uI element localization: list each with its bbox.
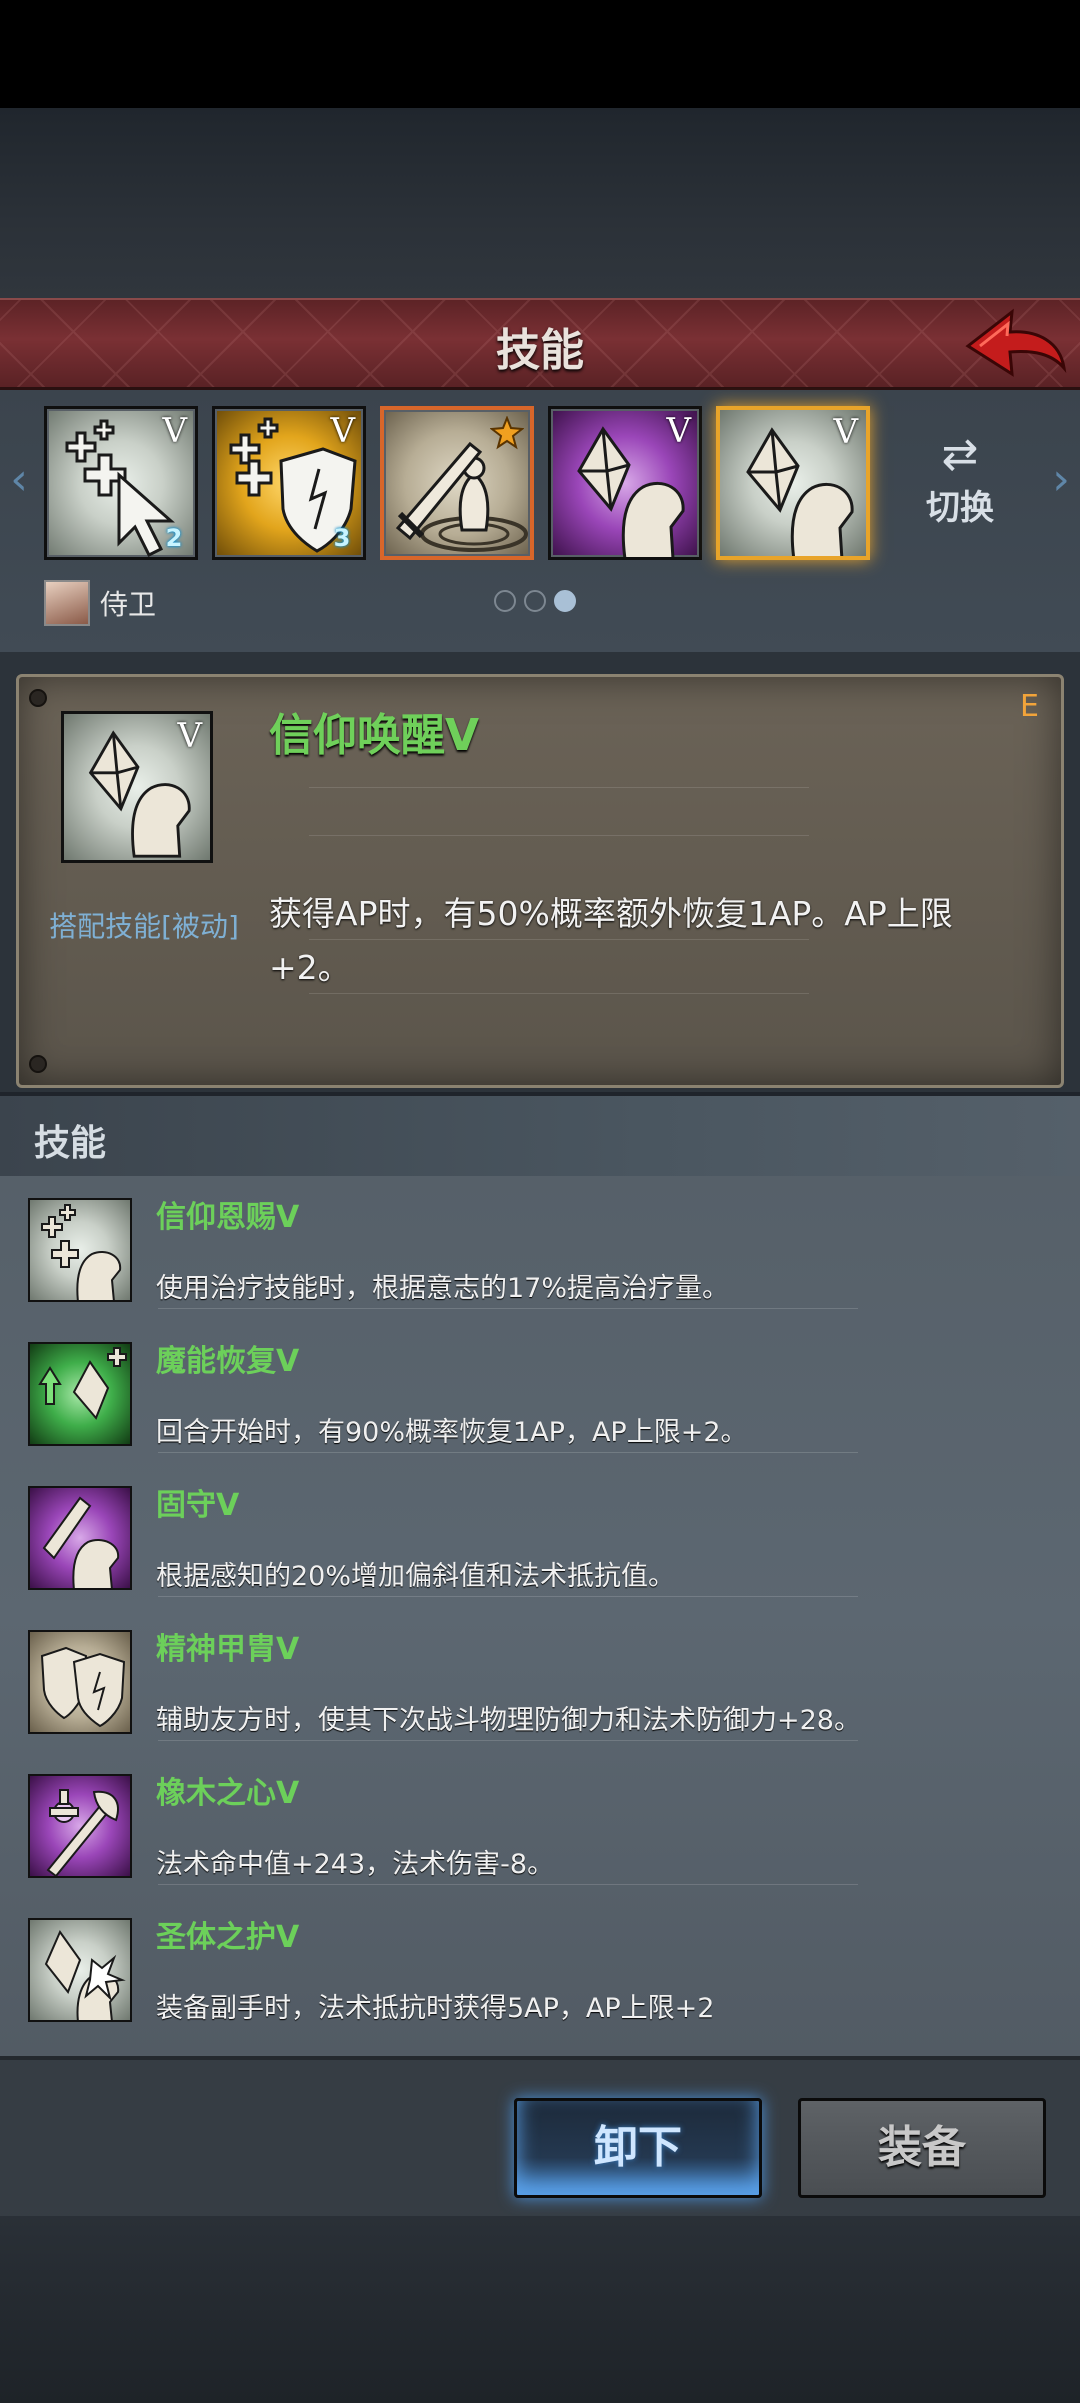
header-bar: 技能 — [0, 298, 1080, 390]
divider — [158, 1884, 858, 1885]
switch-label: 切换 — [926, 488, 994, 528]
skill-slot-3[interactable] — [380, 406, 534, 560]
owner-info: 侍卫 — [44, 578, 156, 628]
skill-name: 精神甲胄V — [156, 1632, 300, 1667]
skill-detail-card: V 搭配技能[被动] 信仰唤醒V E 获得AP时，有50%概率额外恢复1AP。A… — [16, 674, 1064, 1088]
skill-description: 法术命中值+243，法术伤害-8。 — [156, 1849, 555, 1880]
spirit-armor-icon — [28, 1630, 132, 1734]
page-dot-active[interactable] — [554, 590, 576, 612]
divider — [158, 1452, 858, 1453]
divider — [158, 1596, 858, 1597]
list-item[interactable]: 信仰恩赐V 使用治疗技能时，根据意志的17%提高治疗量。 — [0, 1182, 1080, 1326]
skill-level-mark: V — [330, 411, 355, 451]
skill-description: 获得AP时，有50%概率额外恢复1AP。AP上限+2。 — [269, 894, 953, 987]
skill-name: 信仰唤醒V — [269, 710, 480, 761]
swap-arrows-icon: ⇄ — [941, 429, 979, 480]
skill-count-badge: 3 — [333, 524, 351, 552]
skill-slot-4[interactable]: V — [548, 406, 702, 560]
page-indicator — [494, 590, 576, 612]
back-button[interactable] — [960, 302, 1070, 390]
skill-name: 固守V — [156, 1488, 240, 1523]
skill-level-mark: V — [162, 411, 187, 451]
divider — [309, 835, 809, 836]
skill-count-badge: 2 — [165, 524, 183, 552]
divider — [158, 1308, 858, 1309]
detail-area: V 搭配技能[被动] 信仰唤醒V E 获得AP时，有50%概率额外恢复1AP。A… — [0, 652, 1080, 1092]
bottom-background — [0, 2216, 1080, 2403]
page-dot[interactable] — [524, 590, 546, 612]
chevron-right-icon[interactable]: › — [1046, 450, 1076, 510]
skill-slot-5[interactable]: V — [716, 406, 870, 560]
holy-body-glyph — [44, 1929, 126, 2020]
skill-rank: E — [1020, 689, 1039, 724]
oak-heart-icon — [28, 1774, 132, 1878]
rivet — [29, 689, 47, 707]
divider — [309, 787, 809, 788]
detail-skill-icon: V — [61, 711, 213, 863]
owner-name: 侍卫 — [100, 588, 157, 621]
faith-blessing-icon — [28, 1198, 132, 1302]
list-item[interactable]: 圣体之护V 装备副手时，法术抵抗时获得5AP，AP上限+2 — [0, 1902, 1080, 2046]
list-item[interactable]: 精神甲胄V 辅助友方时，使其下次战斗物理防御力和法术防御力+28。 — [0, 1614, 1080, 1758]
rivet — [29, 1055, 47, 1073]
skill-description: 辅助友方时，使其下次战斗物理防御力和法术防御力+28。 — [156, 1705, 861, 1736]
skill-name: 橡木之心V — [156, 1776, 300, 1811]
skill-level-mark: V — [833, 412, 858, 452]
skill-slot-2[interactable]: V 3 — [212, 406, 366, 560]
list-item[interactable]: 固守V 根据感知的20%增加偏斜值和法术抵抗值。 — [0, 1470, 1080, 1614]
skill-name: 圣体之护V — [156, 1920, 300, 1955]
faith-blessing-glyph — [41, 1204, 122, 1300]
skill-level-mark: V — [666, 411, 691, 451]
mana-recovery-icon — [28, 1342, 132, 1446]
section-title: 技能 — [34, 1123, 107, 1164]
mana-recovery-glyph — [38, 1347, 127, 1420]
page-dot[interactable] — [494, 590, 516, 612]
status-bar — [0, 0, 1080, 108]
skills-list[interactable]: 信仰恩赐V 使用治疗技能时，根据意志的17%提高治疗量。 魔能恢复V 回合开始时… — [0, 1176, 1080, 2056]
skill-slot-1[interactable]: V 2 — [44, 406, 198, 560]
top-background — [0, 108, 1080, 298]
holy-body-icon — [28, 1918, 132, 2022]
spirit-armor-glyph — [40, 1646, 126, 1728]
skill-description: 回合开始时，有90%概率恢复1AP，AP上限+2。 — [156, 1417, 748, 1448]
skill-tabs-area: ‹ V 2 V 3 V V ⇄ 切换 › 侍卫 — [0, 390, 1080, 652]
skill-description: 根据感知的20%增加偏斜值和法术抵抗值。 — [156, 1561, 676, 1592]
switch-button[interactable]: ⇄ 切换 — [920, 430, 1000, 540]
steadfast-icon — [28, 1486, 132, 1590]
page-title: 技能 — [496, 325, 584, 376]
skill-level-mark: V — [177, 716, 202, 756]
equip-button[interactable]: 装备 — [798, 2098, 1046, 2198]
avatar — [44, 580, 90, 626]
skill-name: 信仰恩赐V — [156, 1200, 300, 1235]
skill-name: 魔能恢复V — [156, 1344, 300, 1379]
unequip-button[interactable]: 卸下 — [514, 2098, 762, 2198]
oak-heart-glyph — [46, 1789, 119, 1876]
skills-section-header: 技能 — [0, 1096, 1080, 1176]
skill-description: 使用治疗技能时，根据意志的17%提高治疗量。 — [156, 1273, 730, 1304]
star-icon — [490, 416, 524, 450]
skill-description: 装备副手时，法术抵抗时获得5AP，AP上限+2 — [156, 1993, 715, 2024]
steadfast-glyph — [42, 1496, 120, 1588]
bottom-action-bar: 卸下 装备 — [0, 2056, 1080, 2216]
skill-type-tag: 搭配技能[被动] — [49, 910, 239, 943]
divider — [158, 1740, 858, 1741]
list-item[interactable]: 橡木之心V 法术命中值+243，法术伤害-8。 — [0, 1758, 1080, 1902]
back-arrow-icon — [965, 308, 1067, 377]
list-item[interactable]: 魔能恢复V 回合开始时，有90%概率恢复1AP，AP上限+2。 — [0, 1326, 1080, 1470]
chevron-left-icon[interactable]: ‹ — [4, 450, 34, 510]
